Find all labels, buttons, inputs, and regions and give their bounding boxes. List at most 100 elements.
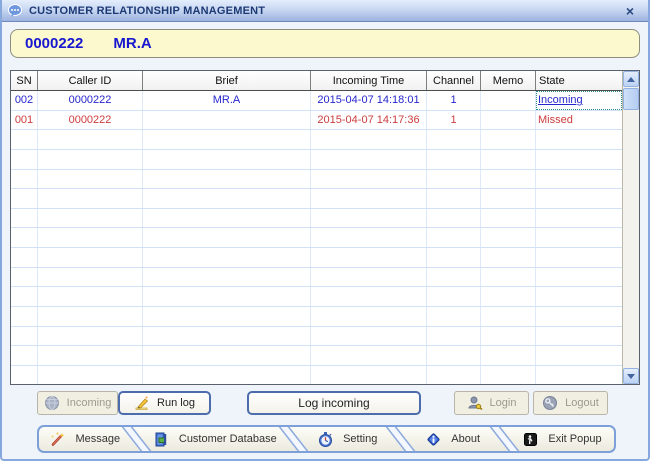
cell-memo[interactable] [481,327,536,346]
close-button[interactable]: × [620,4,640,18]
cell-memo[interactable] [481,268,536,287]
cell-incoming_time[interactable]: 2015-04-07 14:18:01 [311,91,427,110]
cell-brief[interactable] [143,170,311,189]
cell-caller_id[interactable] [38,268,143,287]
tab-about[interactable]: About [406,427,499,451]
logout-button[interactable]: Logout [533,391,608,415]
table-row[interactable] [11,150,622,170]
cell-caller_id[interactable] [38,307,143,326]
cell-incoming_time[interactable] [311,170,427,189]
cell-sn[interactable] [11,268,38,287]
cell-brief[interactable] [143,346,311,365]
cell-caller_id[interactable] [38,130,143,149]
scroll-up-button[interactable] [623,71,639,87]
cell-state[interactable] [536,346,622,365]
cell-state[interactable] [536,130,622,149]
cell-brief[interactable] [143,150,311,169]
incoming-button[interactable]: Incoming [37,391,118,415]
cell-memo[interactable] [481,366,536,384]
vertical-scrollbar[interactable] [622,71,639,384]
cell-brief[interactable] [143,248,311,267]
cell-state[interactable]: Missed [536,111,622,130]
header-caller-id[interactable]: Caller ID [38,71,143,90]
cell-sn[interactable] [11,228,38,247]
cell-brief[interactable] [143,287,311,306]
cell-memo[interactable] [481,209,536,228]
table-row[interactable] [11,327,622,347]
cell-memo[interactable] [481,307,536,326]
login-button[interactable]: Login [454,391,529,415]
tab-setting[interactable]: Setting [299,427,395,451]
cell-memo[interactable] [481,248,536,267]
cell-channel[interactable]: 1 [427,91,481,110]
header-state[interactable]: State [536,71,622,90]
cell-memo[interactable] [481,91,536,110]
cell-memo[interactable] [481,189,536,208]
cell-state[interactable] [536,307,622,326]
table-row[interactable] [11,130,622,150]
cell-caller_id[interactable] [38,366,143,384]
cell-brief[interactable] [143,189,311,208]
cell-sn[interactable] [11,209,38,228]
cell-caller_id[interactable] [38,170,143,189]
table-row[interactable] [11,248,622,268]
cell-channel[interactable] [427,327,481,346]
table-row[interactable]: 0020000222MR.A2015-04-07 14:18:011Incomi… [11,91,622,111]
cell-state[interactable] [536,209,622,228]
cell-incoming_time[interactable] [311,189,427,208]
cell-state[interactable] [536,287,622,306]
cell-state[interactable] [536,150,622,169]
cell-caller_id[interactable] [38,248,143,267]
cell-sn[interactable] [11,307,38,326]
table-row[interactable] [11,346,622,366]
cell-channel[interactable] [427,228,481,247]
cell-caller_id[interactable]: 0000222 [38,91,143,110]
cell-channel[interactable] [427,170,481,189]
cell-incoming_time[interactable] [311,346,427,365]
cell-incoming_time[interactable] [311,287,427,306]
cell-memo[interactable] [481,287,536,306]
cell-brief[interactable] [143,268,311,287]
cell-sn[interactable] [11,287,38,306]
cell-incoming_time[interactable] [311,307,427,326]
cell-channel[interactable] [427,287,481,306]
cell-memo[interactable] [481,111,536,130]
header-sn[interactable]: SN [11,71,38,90]
cell-channel[interactable] [427,366,481,384]
title-bar[interactable]: CUSTOMER RELATIONSHIP MANAGEMENT × [2,0,648,22]
cell-channel[interactable]: 1 [427,111,481,130]
cell-sn[interactable] [11,130,38,149]
cell-caller_id[interactable] [38,287,143,306]
cell-brief[interactable] [143,111,311,130]
cell-brief[interactable] [143,130,311,149]
cell-channel[interactable] [427,268,481,287]
header-memo[interactable]: Memo [481,71,536,90]
header-channel[interactable]: Channel [427,71,481,90]
cell-brief[interactable] [143,228,311,247]
cell-channel[interactable] [427,189,481,208]
tab-customer-database[interactable]: Customer Database [142,427,288,451]
cell-incoming_time[interactable] [311,228,427,247]
cell-sn[interactable] [11,248,38,267]
cell-sn[interactable] [11,189,38,208]
cell-memo[interactable] [481,130,536,149]
cell-incoming_time[interactable] [311,130,427,149]
cell-state[interactable]: Incoming [536,91,622,110]
cell-state[interactable] [536,327,622,346]
cell-caller_id[interactable] [38,346,143,365]
header-brief[interactable]: Brief [143,71,311,90]
cell-brief[interactable] [143,327,311,346]
cell-caller_id[interactable] [38,327,143,346]
cell-state[interactable] [536,228,622,247]
cell-channel[interactable] [427,209,481,228]
cell-state[interactable] [536,189,622,208]
cell-state[interactable] [536,366,622,384]
table-row[interactable] [11,307,622,327]
cell-sn[interactable]: 002 [11,91,38,110]
cell-incoming_time[interactable] [311,248,427,267]
cell-channel[interactable] [427,150,481,169]
cell-incoming_time[interactable] [311,209,427,228]
cell-channel[interactable] [427,307,481,326]
cell-brief[interactable] [143,366,311,384]
cell-incoming_time[interactable] [311,150,427,169]
